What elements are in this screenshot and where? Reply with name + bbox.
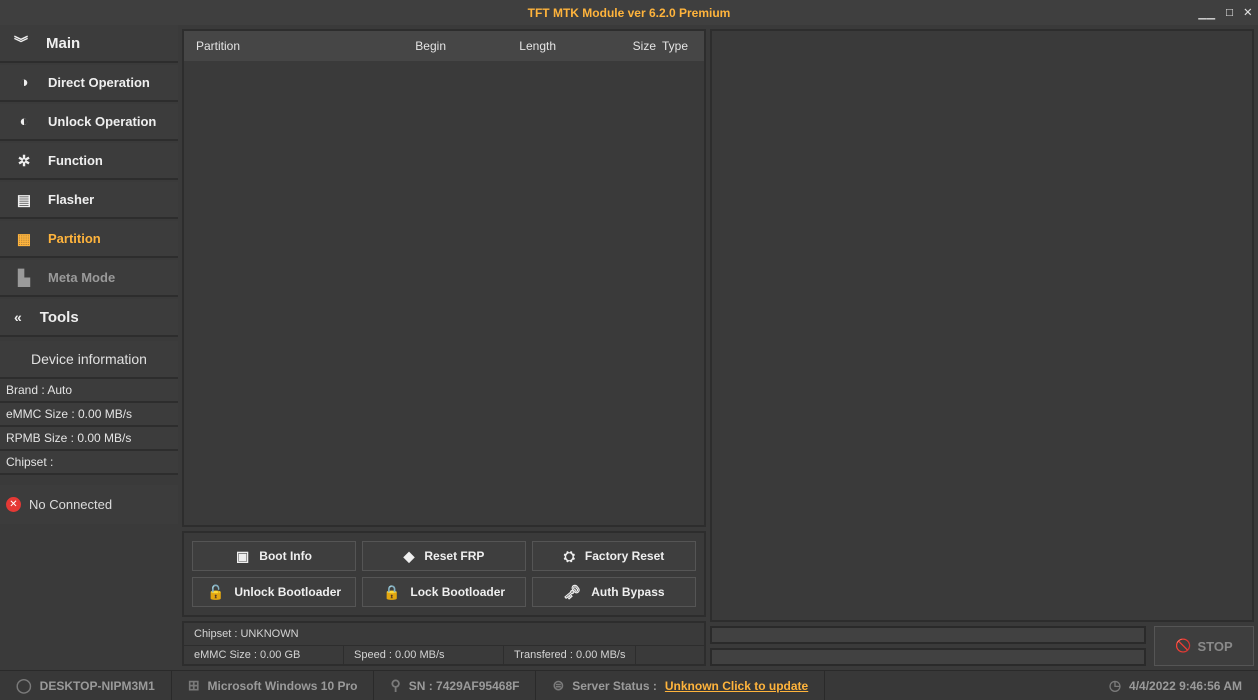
close-button[interactable]: ✕ [1244,4,1252,20]
bolt-icon: ◑ [14,74,34,91]
sidebar-item-label: Unlock Operation [48,114,156,129]
key-icon: 🗝 [563,584,581,601]
bottom-controls: 🚫 STOP [710,626,1254,666]
serial-icon: ⚲ [390,677,400,694]
status-datetime-label: 4/4/2022 9:46:56 AM [1129,679,1242,693]
status-sn: ⚲ SN : 7429AF95468F [374,671,536,700]
status-sn-label: SN : 7429AF95468F [409,679,520,693]
table-header: Partition Begin Length Size Type [184,31,704,61]
sidebar-item-label: Flasher [48,192,94,207]
col-type[interactable]: Type [656,39,692,53]
user-icon: ◯ [16,677,32,694]
connection-label: No Connected [29,497,112,512]
stop-label: STOP [1198,639,1233,654]
status-bar: ◯ DESKTOP-NIPM3M1 ⊞ Microsoft Windows 10… [0,670,1258,700]
info-brand: Brand : Auto [0,379,178,403]
chip-icon: ▙ [14,269,34,287]
window-title: TFT MTK Module ver 6.2.0 Premium [528,6,731,20]
strip-emmc: eMMC Size : 0.00 GB [184,646,344,664]
chevron-down-icon: ︾ [14,33,28,53]
sidebar-header-main-label: Main [46,35,80,52]
server-status-link[interactable]: Unknown Click to update [665,679,808,693]
factory-reset-button[interactable]: ⛭ Factory Reset [532,541,696,571]
progress-bars [710,626,1146,666]
button-label: Boot Info [259,549,312,563]
status-host: ◯ DESKTOP-NIPM3M1 [0,671,172,700]
connection-status: ✕ No Connected [0,485,178,524]
sidebar-item-label: Partition [48,231,101,246]
status-os: ⊞ Microsoft Windows 10 Pro [172,671,375,700]
center-column: Partition Begin Length Size Type ▣ Boot I… [178,25,710,670]
stop-icon: 🚫 [1175,638,1191,654]
sidebar-item-label: Function [48,153,103,168]
sidebar-item-flasher[interactable]: ▤ Flasher [0,182,178,219]
sidebar: ︾ Main ◑ Direct Operation ◐ Unlock Opera… [0,25,178,670]
button-label: Lock Bootloader [410,585,505,599]
minimize-button[interactable]: __ [1198,4,1215,20]
button-label: Factory Reset [585,549,664,563]
stop-button[interactable]: 🚫 STOP [1154,626,1254,666]
sidebar-item-label: Meta Mode [48,270,115,285]
sidebar-item-partition[interactable]: ▦ Partition [0,221,178,258]
partition-table: Partition Begin Length Size Type [182,29,706,527]
unlock-bootloader-button[interactable]: 🔓 Unlock Bootloader [192,577,356,607]
auth-bypass-button[interactable]: 🗝 Auth Bypass [532,577,696,607]
windows-icon: ⊞ [188,677,200,694]
sidebar-item-unlock-operation[interactable]: ◐ Unlock Operation [0,104,178,141]
status-os-label: Microsoft Windows 10 Pro [208,679,358,693]
info-emmc: eMMC Size : 0.00 MB/s [0,403,178,427]
col-length[interactable]: Length [446,39,556,53]
device-info-panel: Device information Brand : Auto eMMC Siz… [0,341,178,475]
progress-bar-1 [710,626,1146,644]
col-size[interactable]: Size [556,39,656,53]
chevron-left-icon: « [14,309,22,325]
sidebar-item-direct-operation[interactable]: ◑ Direct Operation [0,65,178,102]
status-dot-icon: ✕ [6,497,21,512]
factory-icon: ⛭ [564,548,575,565]
maximize-button[interactable]: ☐ [1225,4,1233,20]
button-label: Unlock Bootloader [234,585,341,599]
status-host-label: DESKTOP-NIPM3M1 [40,679,155,693]
flash-icon: ▤ [14,191,34,209]
strip-speed: Speed : 0.00 MB/s [344,646,504,664]
info-chipset: Chipset : [0,451,178,475]
info-strip: Chipset : UNKNOWN eMMC Size : 0.00 GB Sp… [182,621,706,666]
clock-icon: ◷ [1109,677,1121,694]
status-server-label: Server Status : [572,679,657,693]
title-bar: TFT MTK Module ver 6.2.0 Premium __ ☐ ✕ [0,0,1258,25]
gear-icon: ✲ [14,152,34,170]
sidebar-item-function[interactable]: ✲ Function [0,143,178,180]
status-server: ⊜ Server Status : Unknown Click to updat… [536,671,825,700]
chip-icon: ▣ [236,548,249,565]
sidebar-header-main[interactable]: ︾ Main [0,25,178,63]
strip-transfered: Transfered : 0.00 MB/s [504,646,636,664]
partition-icon: ▦ [14,230,34,248]
reset-frp-button[interactable]: ◆ Reset FRP [362,541,526,571]
sidebar-item-meta-mode[interactable]: ▙ Meta Mode [0,260,178,297]
sidebar-header-tools[interactable]: « Tools [0,299,178,337]
info-rpmb: RPMB Size : 0.00 MB/s [0,427,178,451]
button-label: Auth Bypass [591,585,664,599]
unlock-icon: 🔓 [207,584,224,601]
lock-bootloader-button[interactable]: 🔒 Lock Bootloader [362,577,526,607]
lock-icon: 🔒 [383,584,400,601]
col-begin[interactable]: Begin [326,39,446,53]
button-label: Reset FRP [424,549,484,563]
progress-bar-2 [710,648,1146,666]
right-column: 🚫 STOP [710,25,1258,670]
window-controls: __ ☐ ✕ [1198,4,1252,20]
col-partition[interactable]: Partition [196,39,326,53]
unlock-icon: ◐ [14,113,34,130]
strip-chipset: Chipset : UNKNOWN [184,623,704,646]
sidebar-header-tools-label: Tools [40,309,79,326]
action-buttons: ▣ Boot Info ◆ Reset FRP ⛭ Factory Reset 🔓 Un… [182,531,706,617]
boot-info-button[interactable]: ▣ Boot Info [192,541,356,571]
sidebar-item-label: Direct Operation [48,75,150,90]
log-area [710,29,1254,622]
status-datetime: ◷ 4/4/2022 9:46:56 AM [1093,671,1258,700]
eraser-icon: ◆ [404,548,415,565]
device-info-title: Device information [0,341,178,379]
globe-icon: ⊜ [552,677,564,694]
